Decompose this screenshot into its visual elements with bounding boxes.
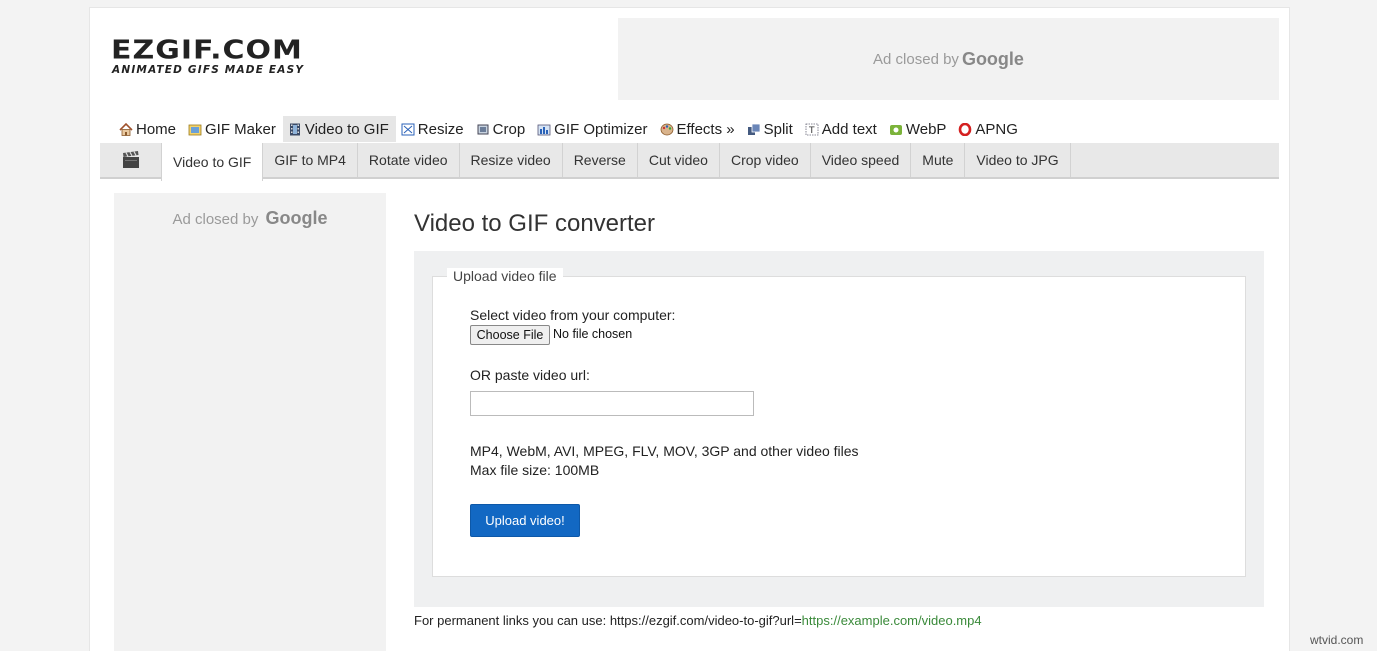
nav-label: APNG: [975, 120, 1018, 138]
supported-formats-text: MP4, WebM, AVI, MPEG, FLV, MOV, 3GP and …: [470, 443, 859, 459]
gif-maker-icon: [188, 123, 202, 136]
logo-tagline: ANIMATED GIFS MADE EASY: [112, 64, 305, 76]
watermark: wtvid.com: [1310, 633, 1364, 647]
permalink-note: For permanent links you can use: https:/…: [414, 613, 982, 628]
nav-item-crop[interactable]: Crop: [471, 116, 533, 142]
add-text-icon: T: [805, 123, 819, 136]
google-logo: Google: [265, 208, 328, 228]
nav-label: Resize: [417, 120, 464, 138]
tab-resize-video[interactable]: Resize video: [460, 143, 563, 177]
home-icon: [119, 122, 133, 136]
nav-item-resize[interactable]: Resize: [396, 116, 471, 142]
nav-label: GIF Maker: [205, 120, 276, 138]
split-icon: [747, 123, 761, 136]
upload-panel: Upload video file Select video from your…: [414, 251, 1264, 607]
tab-gif-to-mp4[interactable]: GIF to MP4: [263, 143, 358, 177]
tab-reverse[interactable]: Reverse: [563, 143, 638, 177]
nav-item-home[interactable]: Home: [114, 116, 183, 142]
file-status: No file chosen: [553, 327, 633, 341]
ad-sidebar: Ad closed by Google: [114, 193, 386, 651]
svg-text:T: T: [808, 126, 815, 136]
fieldset-legend: Upload video file: [447, 268, 563, 284]
permalink-example-url[interactable]: https://example.com/video.mp4: [802, 613, 982, 628]
max-file-size-text: Max file size: 100MB: [470, 462, 600, 478]
tab-cut-video[interactable]: Cut video: [638, 143, 720, 177]
optimizer-icon: [537, 123, 551, 136]
nav-label: Split: [763, 120, 793, 138]
ad-closed-text: Ad closed by: [172, 211, 259, 228]
nav-item-apng[interactable]: APNG: [953, 116, 1025, 142]
ad-top: Ad closed by Google: [618, 18, 1279, 100]
nav-item-split[interactable]: Split: [742, 116, 800, 142]
nav-label: GIF Optimizer: [554, 120, 648, 138]
film-icon: [288, 123, 302, 136]
tab-video-to-jpg[interactable]: Video to JPG: [965, 143, 1071, 177]
nav-item-effects[interactable]: Effects »: [655, 116, 742, 142]
tab-crop-video[interactable]: Crop video: [720, 143, 811, 177]
page-title: Video to GIF converter: [414, 210, 656, 237]
webp-icon: [889, 123, 903, 136]
tab-video-to-gif[interactable]: Video to GIF: [161, 143, 264, 181]
resize-icon: [401, 123, 415, 136]
nav-label: WebP: [905, 120, 947, 138]
select-file-label: Select video from your computer:: [470, 307, 676, 323]
logo-text: EZGIF.COM: [111, 35, 303, 66]
upload-fieldset: Upload video file Select video from your…: [432, 268, 1246, 577]
google-logo: Google: [961, 48, 1024, 69]
clapperboard-icon: [100, 143, 161, 177]
upload-video-button[interactable]: Upload video!: [470, 504, 580, 537]
palette-icon: [660, 123, 674, 136]
nav-label: Add text: [821, 120, 877, 138]
main-nav: Home GIF Maker Video to GIF Resize Crop …: [114, 116, 1025, 142]
nav-label: Crop: [492, 120, 526, 138]
apng-icon: [958, 122, 972, 136]
tab-rotate-video[interactable]: Rotate video: [358, 143, 460, 177]
nav-item-add-text[interactable]: T Add text: [800, 116, 884, 142]
crop-icon: [476, 123, 490, 136]
nav-item-gif-maker[interactable]: GIF Maker: [183, 116, 283, 142]
tab-mute[interactable]: Mute: [911, 143, 966, 177]
nav-item-webp[interactable]: WebP: [884, 116, 954, 142]
nav-label: Effects »: [676, 120, 735, 138]
nav-item-video-to-gif[interactable]: Video to GIF: [282, 116, 396, 142]
nav-item-gif-optimizer[interactable]: GIF Optimizer: [532, 116, 654, 142]
url-label: OR paste video url:: [470, 367, 590, 383]
permalink-prefix: For permanent links you can use: https:/…: [414, 613, 802, 628]
nav-label: Home: [136, 120, 177, 138]
ezgif-logo[interactable]: EZGIF.COM ANIMATED GIFS MADE EASY: [111, 38, 321, 78]
nav-label: Video to GIF: [304, 120, 389, 138]
video-url-input[interactable]: [470, 391, 754, 416]
sub-nav: Video to GIF GIF to MP4 Rotate video Res…: [100, 143, 1279, 181]
tab-video-speed[interactable]: Video speed: [811, 143, 912, 177]
choose-file-button[interactable]: Choose File: [470, 325, 550, 345]
ad-closed-text: Ad closed by: [873, 50, 959, 68]
